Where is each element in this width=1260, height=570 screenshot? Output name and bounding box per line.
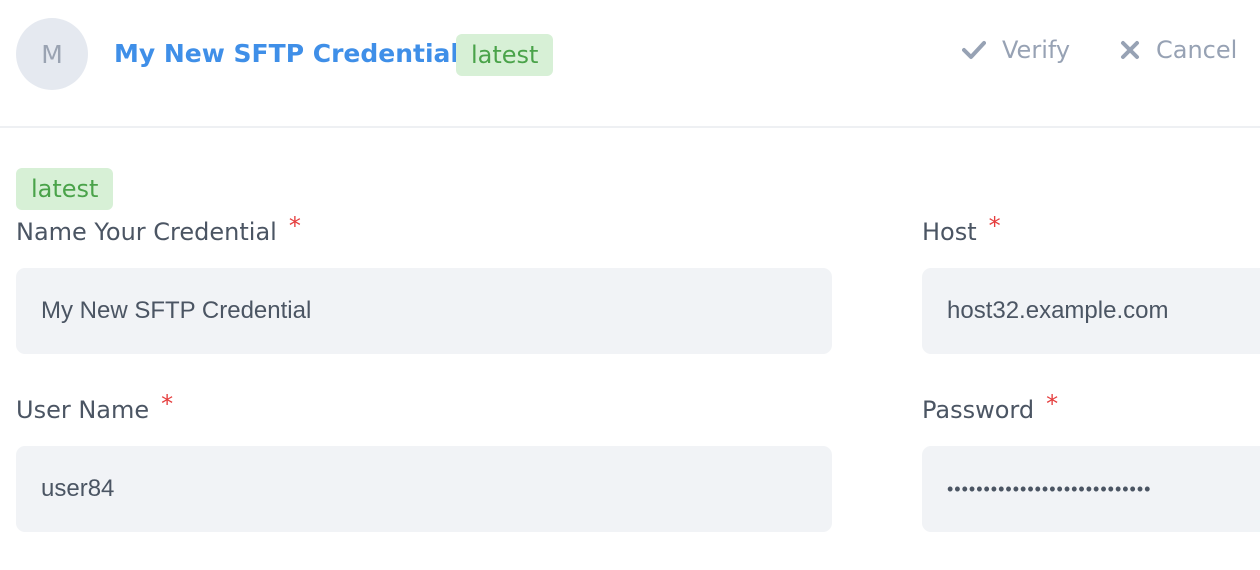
cancel-button[interactable]: Cancel (1120, 30, 1237, 70)
verify-label: Verify (1002, 36, 1071, 64)
page-header: M My New SFTP Credential latest Verify C… (0, 0, 1260, 128)
close-icon (1121, 41, 1139, 59)
host-label: Host * (922, 212, 1001, 248)
name-label-text: Name Your Credential (16, 218, 277, 246)
form-version-badge: latest (16, 168, 114, 210)
avatar: M (16, 18, 88, 90)
required-mark: * (288, 212, 301, 240)
credential-name-input[interactable] (16, 268, 832, 354)
username-label-text: User Name (16, 396, 150, 424)
password-input[interactable] (922, 446, 1260, 532)
password-label: Password * (922, 390, 1058, 426)
required-mark: * (988, 212, 1001, 240)
required-mark: * (161, 390, 174, 418)
required-mark: * (1046, 390, 1059, 418)
page-title: My New SFTP Credential (114, 39, 459, 68)
name-label: Name Your Credential * (16, 212, 301, 248)
verify-button[interactable]: Verify (962, 30, 1070, 70)
cancel-label: Cancel (1156, 36, 1238, 64)
password-label-text: Password (922, 396, 1035, 424)
host-input[interactable] (922, 268, 1260, 354)
version-badge: latest (456, 34, 554, 76)
host-label-text: Host (922, 218, 977, 246)
username-label: User Name * (16, 390, 173, 426)
checkmark-icon (962, 41, 986, 59)
username-input[interactable] (16, 446, 832, 532)
